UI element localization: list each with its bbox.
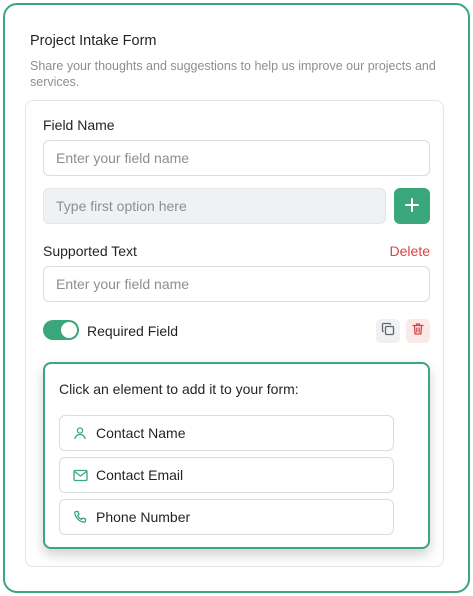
form-title: Project Intake Form	[30, 33, 157, 49]
form-subtitle: Share your thoughts and suggestions to h…	[30, 59, 436, 89]
first-option-input[interactable]	[43, 188, 386, 224]
supported-text-label: Supported Text	[43, 243, 137, 259]
plus-icon	[404, 197, 420, 216]
copy-icon	[381, 322, 395, 341]
required-field-label: Required Field	[87, 323, 179, 339]
add-contact-name-option[interactable]: Contact Name	[59, 415, 394, 451]
trash-icon	[411, 322, 425, 341]
phone-icon	[72, 509, 88, 525]
add-phone-number-option[interactable]: Phone Number	[59, 499, 394, 535]
add-option-button[interactable]	[394, 188, 430, 224]
option-label: Contact Email	[96, 467, 184, 483]
field-name-input[interactable]	[43, 140, 430, 176]
delete-field-button[interactable]	[406, 319, 430, 343]
delete-button[interactable]: Delete	[390, 243, 430, 259]
add-contact-email-option[interactable]: Contact Email	[59, 457, 394, 493]
duplicate-field-button[interactable]	[376, 319, 400, 343]
toggle-knob	[61, 322, 77, 338]
option-label: Contact Name	[96, 425, 186, 441]
element-picker-title: Click an element to add it to your form:	[59, 381, 299, 397]
field-name-label: Field Name	[43, 117, 115, 133]
user-icon	[72, 425, 88, 441]
supported-text-input[interactable]	[43, 266, 430, 302]
element-picker-popover: Click an element to add it to your form:…	[43, 362, 430, 549]
option-label: Phone Number	[96, 509, 191, 525]
mail-icon	[72, 467, 88, 483]
required-field-toggle[interactable]	[43, 320, 79, 340]
